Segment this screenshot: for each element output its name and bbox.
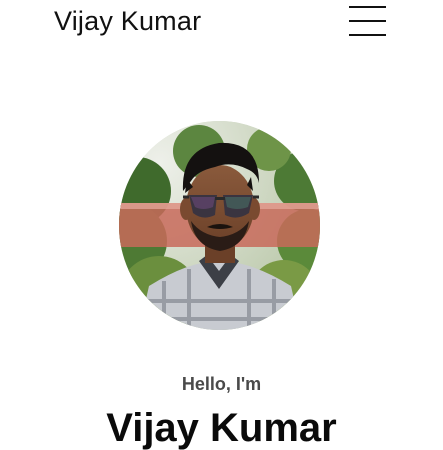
portfolio-page: Vijay Kumar Hello, I'm Vijay Kumar [0,0,443,450]
site-title[interactable]: Vijay Kumar [54,4,201,38]
hero-name: Vijay Kumar [106,406,337,450]
menu-line-middle [349,20,386,22]
greeting-text: Hello, I'm [181,374,262,394]
hamburger-menu-icon[interactable] [349,5,387,37]
avatar-photo-illustration [119,121,320,330]
menu-line-bottom [349,34,386,36]
avatar [119,121,320,330]
menu-line-top [349,6,386,8]
